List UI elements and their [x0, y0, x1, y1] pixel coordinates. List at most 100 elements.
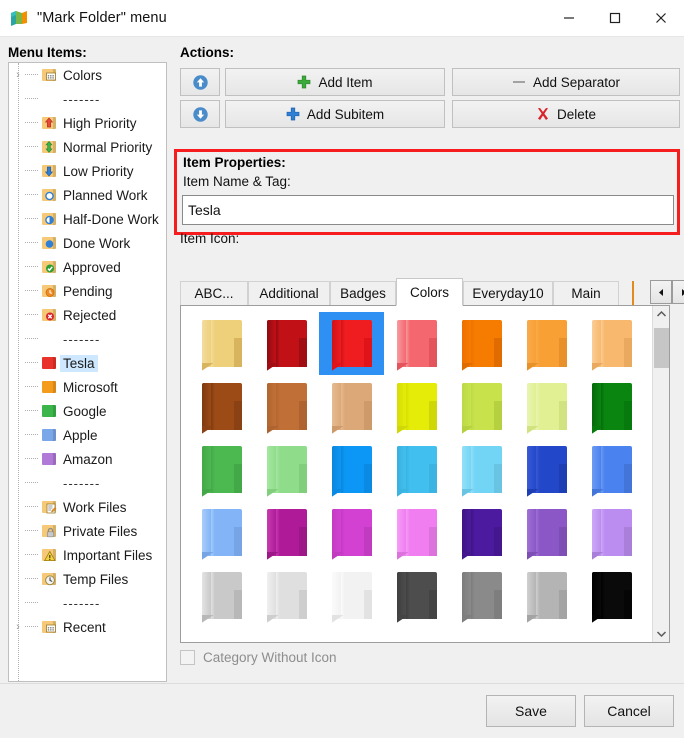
icon-cell-blue[interactable]	[579, 438, 644, 501]
tree-item[interactable]: Approved	[9, 255, 166, 279]
tab-scroll-left-button[interactable]	[650, 280, 672, 304]
plus-green-icon	[297, 75, 311, 89]
tree-separator[interactable]: -------	[9, 471, 166, 495]
tree-connector	[25, 111, 41, 135]
tree-item[interactable]: Pending	[9, 279, 166, 303]
icon-cell-violet[interactable]	[514, 501, 579, 564]
icon-cell-lavender[interactable]	[579, 501, 644, 564]
cancel-button[interactable]: Cancel	[584, 695, 674, 727]
tab-badges[interactable]: Badges	[330, 281, 396, 305]
tree-item[interactable]: Done Work	[9, 231, 166, 255]
icon-cell-light-gray[interactable]	[254, 564, 319, 627]
tree-connector	[25, 255, 41, 279]
scroll-up-button[interactable]	[653, 306, 670, 323]
tree-item[interactable]: Work Files	[9, 495, 166, 519]
tree-expander-icon[interactable]: ›	[11, 621, 25, 633]
icon-cell-gray[interactable]	[449, 564, 514, 627]
icon-cell-silver[interactable]	[189, 564, 254, 627]
icon-cell-light-orange[interactable]	[514, 312, 579, 375]
add-item-button[interactable]: Add Item	[225, 68, 445, 96]
minimize-button[interactable]	[546, 0, 592, 37]
icon-cell-green[interactable]	[189, 438, 254, 501]
tree-item[interactable]: Amazon	[9, 447, 166, 471]
icon-cell-dark-green[interactable]	[579, 375, 644, 438]
icon-grid[interactable]	[181, 306, 651, 642]
add-subitem-button[interactable]: Add Subitem	[225, 100, 445, 128]
tab-main[interactable]: Main	[553, 281, 619, 305]
close-button[interactable]	[638, 0, 684, 37]
maximize-button[interactable]	[592, 0, 638, 37]
delete-button[interactable]: Delete	[452, 100, 680, 128]
icon-cell-brown[interactable]	[254, 375, 319, 438]
icon-cell-pink[interactable]	[384, 501, 449, 564]
icon-cell-lime[interactable]	[449, 375, 514, 438]
icon-cell-pale-blue[interactable]	[189, 501, 254, 564]
icon-grid-panel[interactable]	[180, 305, 670, 643]
tree-item[interactable]: High Priority	[9, 111, 166, 135]
icon-cell-orange[interactable]	[449, 312, 514, 375]
icon-cell-red[interactable]	[319, 312, 384, 375]
icon-cell-white[interactable]	[319, 564, 384, 627]
icon-cell-magenta[interactable]	[254, 501, 319, 564]
icon-grid-scrollbar[interactable]	[652, 306, 669, 642]
icon-cell-orchid[interactable]	[319, 501, 384, 564]
scrollbar-thumb[interactable]	[654, 328, 669, 368]
move-up-button[interactable]	[180, 68, 220, 96]
tree-item[interactable]: Temp Files	[9, 567, 166, 591]
icon-cell-dark-violet[interactable]	[449, 501, 514, 564]
tree-item[interactable]: Planned Work	[9, 183, 166, 207]
tree-item[interactable]: Google	[9, 399, 166, 423]
icon-cell-azure[interactable]	[319, 438, 384, 501]
tree-connector	[25, 63, 41, 87]
icon-cell-mid-gray[interactable]	[514, 564, 579, 627]
icon-cell-dark-red[interactable]	[254, 312, 319, 375]
tree-item[interactable]: Tesla	[9, 351, 166, 375]
folder-tab	[558, 590, 567, 619]
tree-item[interactable]: Half-Done Work	[9, 207, 166, 231]
folder-dark-green-icon	[591, 383, 632, 434]
tree-item[interactable]: Low Priority	[9, 159, 166, 183]
tab-everyday10[interactable]: Everyday10	[463, 281, 553, 305]
tab-abc[interactable]: ABC...	[180, 281, 248, 305]
tree-item[interactable]: Apple	[9, 423, 166, 447]
item-name-input[interactable]	[182, 195, 674, 225]
tab-colors[interactable]: Colors	[396, 278, 463, 306]
tab-scroll-right-button[interactable]	[672, 280, 684, 304]
tree-expander-icon[interactable]: ›	[11, 69, 25, 81]
icon-cell-tan[interactable]	[319, 375, 384, 438]
scroll-down-button[interactable]	[653, 625, 670, 642]
tree-item[interactable]: › Colors	[9, 63, 166, 87]
tree-item[interactable]: Private Files	[9, 519, 166, 543]
tab-additional[interactable]: Additional	[248, 281, 330, 305]
folder-spine	[331, 446, 341, 493]
tree-item[interactable]: › Recent	[9, 615, 166, 639]
tree-item[interactable]: Normal Priority	[9, 135, 166, 159]
tree-item[interactable]: Microsoft	[9, 375, 166, 399]
menu-items-tree[interactable]: › Colors ------- High Priority Normal Priori…	[8, 62, 167, 682]
icon-cell-dark-brown[interactable]	[189, 375, 254, 438]
add-separator-button[interactable]: Add Separator	[452, 68, 680, 96]
category-without-icon-checkbox[interactable]	[180, 650, 195, 665]
window-title: "Mark Folder" menu	[37, 10, 167, 26]
tree-connector	[25, 615, 41, 639]
tree-item[interactable]: Rejected	[9, 303, 166, 327]
icon-cell-light-sky[interactable]	[449, 438, 514, 501]
icon-cell-black[interactable]	[579, 564, 644, 627]
move-down-button[interactable]	[180, 100, 220, 128]
icon-cell-light-green[interactable]	[254, 438, 319, 501]
tree-separator[interactable]: -------	[9, 327, 166, 351]
icon-cell-pale-lime[interactable]	[514, 375, 579, 438]
icon-cell-pale-yellow[interactable]	[189, 312, 254, 375]
save-button[interactable]: Save	[486, 695, 576, 727]
icon-cell-sky[interactable]	[384, 438, 449, 501]
icon-cell-peach[interactable]	[579, 312, 644, 375]
tree-separator[interactable]: -------	[9, 87, 166, 111]
icon-category-tabs[interactable]: ABC... Additional Badges Colors Everyday10 Ma…	[180, 278, 684, 306]
icon-cell-yellow-green[interactable]	[384, 375, 449, 438]
icon-cell-navy[interactable]	[514, 438, 579, 501]
category-without-icon-row[interactable]: Category Without Icon	[180, 650, 337, 665]
tree-item[interactable]: Important Files	[9, 543, 166, 567]
icon-cell-salmon[interactable]	[384, 312, 449, 375]
tree-separator[interactable]: -------	[9, 591, 166, 615]
icon-cell-dark-gray[interactable]	[384, 564, 449, 627]
